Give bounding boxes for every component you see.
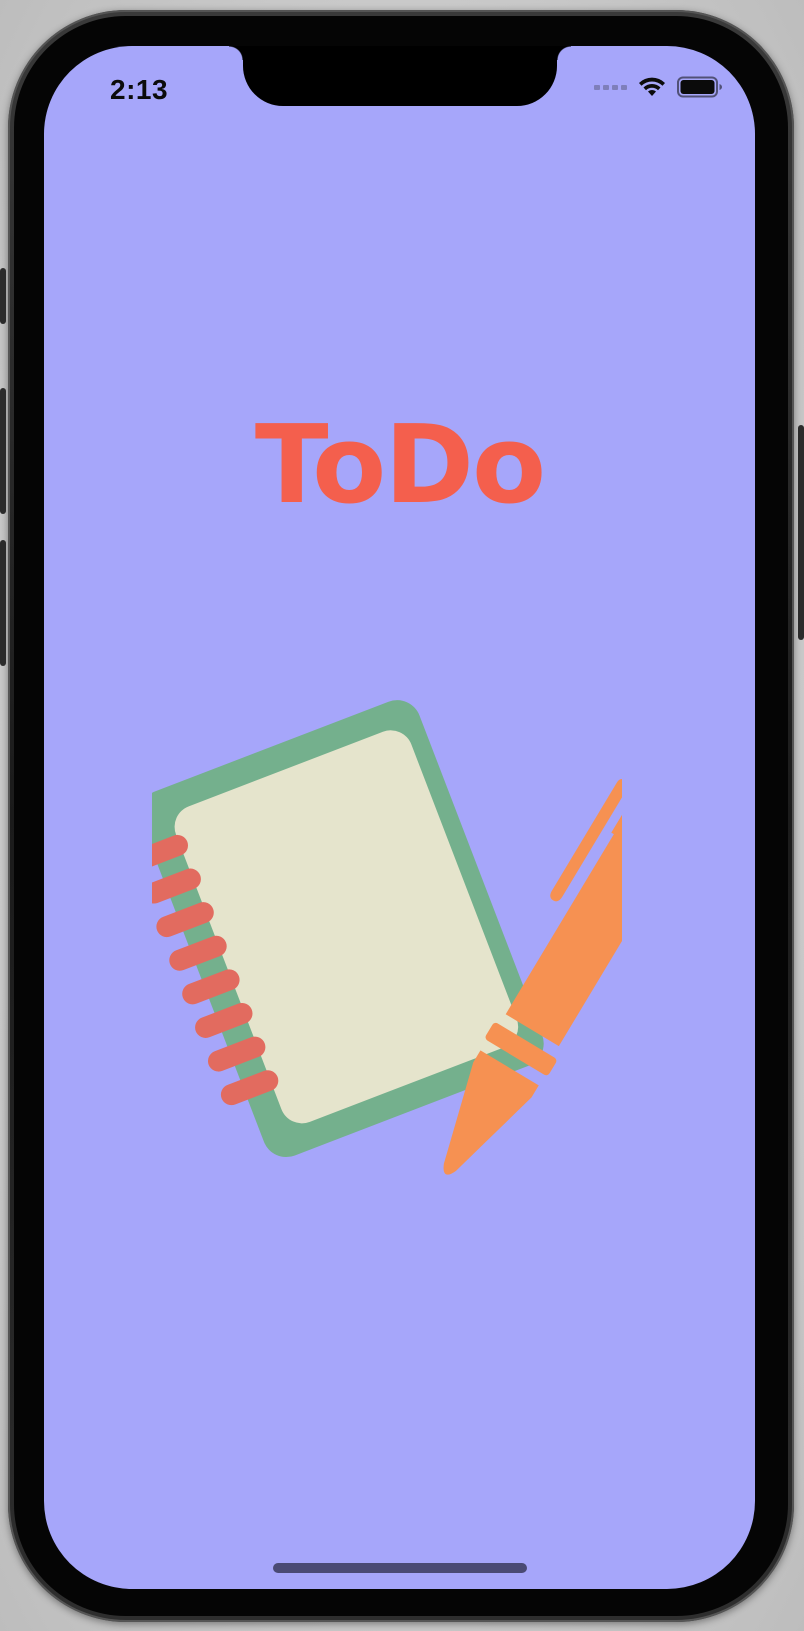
power-button [798, 425, 804, 640]
notch [229, 46, 571, 106]
status-icons [594, 76, 723, 98]
battery-icon [677, 76, 722, 98]
app-title: ToDo [254, 403, 546, 528]
volume-down-button [0, 540, 6, 666]
simulator-backdrop: 2:13 ToDo [0, 0, 804, 1631]
notebook-with-pen-icon [152, 700, 622, 1175]
app-screen: 2:13 ToDo [44, 46, 755, 1589]
wifi-icon [639, 77, 665, 96]
volume-up-button [0, 388, 6, 514]
status-time: 2:13 [110, 74, 169, 105]
mute-switch [0, 268, 6, 324]
home-indicator[interactable] [273, 1563, 527, 1573]
cellular-dots-icon [594, 84, 627, 90]
